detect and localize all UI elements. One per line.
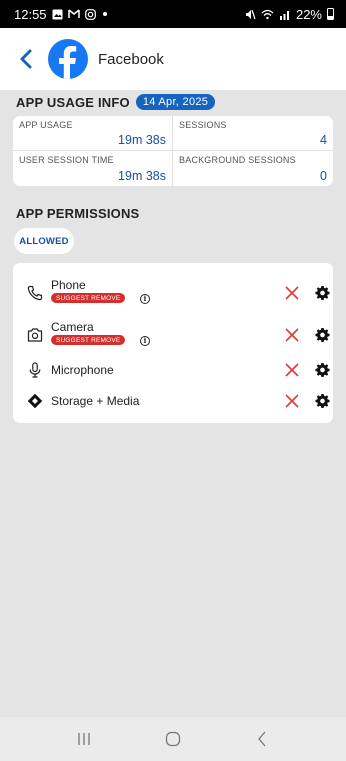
info-icon[interactable]: i <box>140 294 150 304</box>
usage-cell-user-session-time: USER SESSION TIME 19m 38s <box>13 151 173 186</box>
usage-cell-background-sessions: BACKGROUND SESSIONS 0 <box>173 151 333 186</box>
gear-icon[interactable] <box>315 327 330 343</box>
usage-card: APP USAGE 19m 38s SESSIONS 4 USER SESSIO… <box>13 116 333 186</box>
permissions-card: Phone SUGGEST REMOVE i Camera SUGGEST RE… <box>13 263 333 423</box>
cell-label: BACKGROUND SESSIONS <box>179 155 296 165</box>
usage-section-title: APP USAGE INFO 14 Apr, 2025 <box>16 94 216 110</box>
instagram-icon <box>84 8 96 20</box>
camera-icon <box>27 328 43 342</box>
usage-cell-app-usage: APP USAGE 19m 38s <box>13 116 173 151</box>
status-right: 22% <box>245 7 334 22</box>
wifi-icon <box>261 9 274 19</box>
facebook-logo-icon <box>48 39 88 79</box>
permissions-section-title: APP PERMISSIONS <box>16 206 139 221</box>
notification-dot-icon <box>102 12 107 16</box>
cell-value: 0 <box>320 169 327 183</box>
mute-icon <box>245 9 256 19</box>
permission-row-camera: Camera SUGGEST REMOVE i <box>13 317 333 353</box>
home-button[interactable] <box>153 724 193 754</box>
microphone-icon <box>29 362 41 378</box>
allowed-filter-chip[interactable]: ALLOWED <box>14 228 74 254</box>
back-button[interactable] <box>242 724 282 754</box>
cell-value: 4 <box>320 133 327 147</box>
remove-permission-icon[interactable] <box>285 363 299 377</box>
info-icon[interactable]: i <box>140 336 150 346</box>
app-header: Facebook <box>0 28 346 90</box>
permission-name: Microphone <box>51 363 114 377</box>
remove-permission-icon[interactable] <box>285 286 299 300</box>
cell-label: USER SESSION TIME <box>19 155 114 165</box>
cell-label: SESSIONS <box>179 120 227 130</box>
permission-row-phone: Phone SUGGEST REMOVE i <box>13 275 333 311</box>
recent-apps-icon <box>78 733 90 745</box>
permission-name: Storage + Media <box>51 394 140 408</box>
recent-apps-button[interactable] <box>64 724 104 754</box>
page-title: Facebook <box>98 50 164 68</box>
date-badge[interactable]: 14 Apr, 2025 <box>135 94 216 110</box>
usage-cell-sessions: SESSIONS 4 <box>173 116 333 151</box>
back-icon <box>257 731 266 747</box>
system-nav-bar <box>0 717 346 761</box>
cell-value: 19m 38s <box>118 133 166 147</box>
phone-icon <box>27 285 43 301</box>
gear-icon[interactable] <box>315 362 330 378</box>
back-arrow-icon[interactable] <box>18 49 34 69</box>
usage-title-text: APP USAGE INFO <box>16 94 130 110</box>
gear-icon[interactable] <box>315 285 330 301</box>
cell-label: APP USAGE <box>19 120 73 130</box>
permission-name: Camera <box>51 320 94 334</box>
remove-permission-icon[interactable] <box>285 328 299 342</box>
status-left: 12:55 <box>14 7 109 22</box>
signal-icon <box>279 10 289 20</box>
storage-icon <box>27 393 43 409</box>
remove-permission-icon[interactable] <box>285 394 299 408</box>
battery-percent: 22% <box>295 6 322 22</box>
gallery-icon <box>52 9 63 19</box>
suggest-remove-badge: SUGGEST REMOVE <box>51 293 126 303</box>
home-icon <box>165 731 181 747</box>
cell-value: 19m 38s <box>118 169 166 183</box>
battery-icon <box>327 8 334 20</box>
suggest-remove-badge: SUGGEST REMOVE <box>51 335 126 345</box>
permission-row-storage: Storage + Media <box>13 383 333 419</box>
gear-icon[interactable] <box>315 393 330 409</box>
permission-name: Phone <box>51 278 86 292</box>
gmail-icon <box>67 9 80 18</box>
permissions-title-text: APP PERMISSIONS <box>16 206 140 221</box>
status-time: 12:55 <box>14 6 47 22</box>
status-bar: 12:55 22% <box>0 0 346 28</box>
